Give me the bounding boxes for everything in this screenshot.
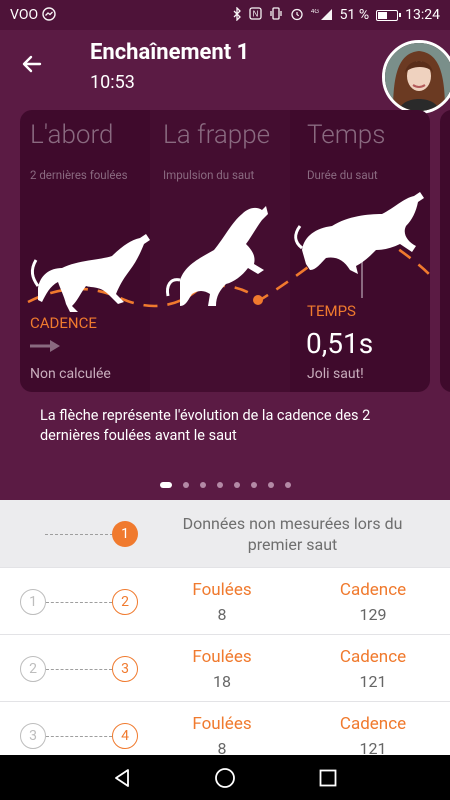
page-title: Enchaînement 1	[90, 40, 250, 65]
connector-line	[45, 534, 113, 535]
col-title-temps: Temps	[307, 120, 386, 150]
back-arrow-icon	[22, 55, 42, 73]
cadence-value: 121	[359, 739, 387, 755]
pager-dot[interactable]	[284, 482, 291, 488]
signal-4g-icon: 4G	[311, 7, 333, 24]
avatar[interactable]	[382, 40, 450, 114]
next-card-peek[interactable]	[440, 110, 450, 392]
square-recents-icon	[319, 769, 337, 786]
cadence-status: Non calculée	[30, 366, 111, 382]
list-item[interactable]: 1 2 Foulées 8 Cadence 129	[0, 568, 450, 635]
jump-from-badge: 3	[20, 723, 46, 749]
connector-line	[46, 602, 112, 603]
jump-from-badge: 2	[20, 656, 46, 682]
jump-to-badge: 2	[112, 589, 138, 615]
foulees-value: 8	[217, 739, 227, 755]
caption: La flèche représente l'évolution de la c…	[40, 407, 371, 444]
svg-text:4G: 4G	[311, 9, 319, 15]
stride-list: 1 Données non mesurées lors du premier s…	[0, 500, 450, 755]
pager-dot[interactable]	[250, 482, 257, 488]
triangle-back-icon	[114, 768, 129, 787]
messenger-icon	[42, 6, 56, 24]
takeoff-point-icon	[253, 295, 263, 305]
col-subtitle-frappe: Impulsion du saut	[163, 168, 255, 182]
back-button[interactable]	[20, 52, 50, 82]
horse-approach-icon	[30, 234, 150, 312]
bluetooth-icon	[232, 5, 242, 24]
alarm-icon	[290, 7, 304, 24]
clock: 13:24	[405, 7, 440, 23]
status-bar: VOO N 4G 51 % 13:24	[0, 0, 450, 30]
cadence-label: Cadence	[339, 714, 407, 734]
foulees-label: Foulées	[192, 580, 252, 600]
list-item[interactable]: 2 3 Foulées 18 Cadence 121	[0, 635, 450, 702]
cadence-value: 121	[359, 672, 387, 691]
battery-percent: 51 %	[339, 7, 370, 23]
cadence-value: 129	[359, 605, 387, 624]
avatar-portrait-icon	[385, 43, 450, 111]
connector-line	[46, 736, 112, 737]
jump-number-badge: 1	[112, 521, 138, 547]
nfc-icon: N	[249, 7, 262, 23]
carrier-label: VOO	[10, 7, 39, 23]
jump-from-badge: 1	[20, 589, 46, 615]
circle-home-icon	[215, 767, 235, 788]
cadence-label: Cadence	[339, 580, 407, 600]
pager-dot[interactable]	[159, 482, 172, 488]
nav-home-button[interactable]	[212, 765, 238, 791]
list-item[interactable]: 3 4 Foulées 8 Cadence 121	[0, 702, 450, 755]
cadence-label: CADENCE	[30, 314, 97, 332]
cadence-trend-arrow-icon	[30, 338, 62, 352]
col-title-abord: L'abord	[30, 120, 114, 150]
temps-label: TEMPS	[307, 302, 356, 320]
foulees-value: 18	[213, 672, 231, 691]
col-subtitle-temps: Durée du saut	[307, 168, 378, 182]
jump-summary-card[interactable]: L'abord 2 dernières foulées La frappe Im…	[20, 110, 430, 392]
horse-jump-icon	[294, 192, 424, 274]
hero-section: Enchaînement 1 10:53 L'abord 2 dernières…	[0, 30, 450, 500]
temps-comment: Joli saut!	[307, 366, 364, 382]
battery-icon	[376, 9, 402, 21]
foulees-label: Foulées	[192, 714, 252, 734]
cadence-label: Cadence	[339, 647, 407, 667]
pager-dot[interactable]	[233, 482, 240, 488]
foulees-label: Foulées	[192, 647, 252, 667]
list-item[interactable]: 1 Données non mesurées lors du premier s…	[0, 500, 450, 568]
nav-recents-button[interactable]	[315, 765, 341, 791]
connector-line	[46, 669, 112, 670]
jump-to-badge: 4	[112, 723, 138, 749]
pager-dot[interactable]	[199, 482, 206, 488]
pager-dot[interactable]	[182, 482, 189, 488]
vibrate-icon	[269, 7, 283, 23]
foulees-value: 8	[217, 605, 227, 624]
temps-value: 0,51s	[306, 327, 374, 360]
session-time: 10:53	[90, 72, 135, 93]
first-row-text: Données non mesurées lors du premier sau…	[182, 514, 403, 554]
system-nav-bar	[0, 755, 450, 800]
jump-to-badge: 3	[112, 656, 138, 682]
svg-text:N: N	[252, 10, 258, 19]
nav-back-button[interactable]	[109, 765, 135, 791]
pager-dot[interactable]	[267, 482, 274, 488]
pager-dot[interactable]	[216, 482, 223, 488]
pager-dots[interactable]	[0, 482, 450, 488]
col-title-frappe: La frappe	[163, 120, 271, 150]
col-subtitle-abord: 2 dernières foulées	[30, 168, 128, 182]
